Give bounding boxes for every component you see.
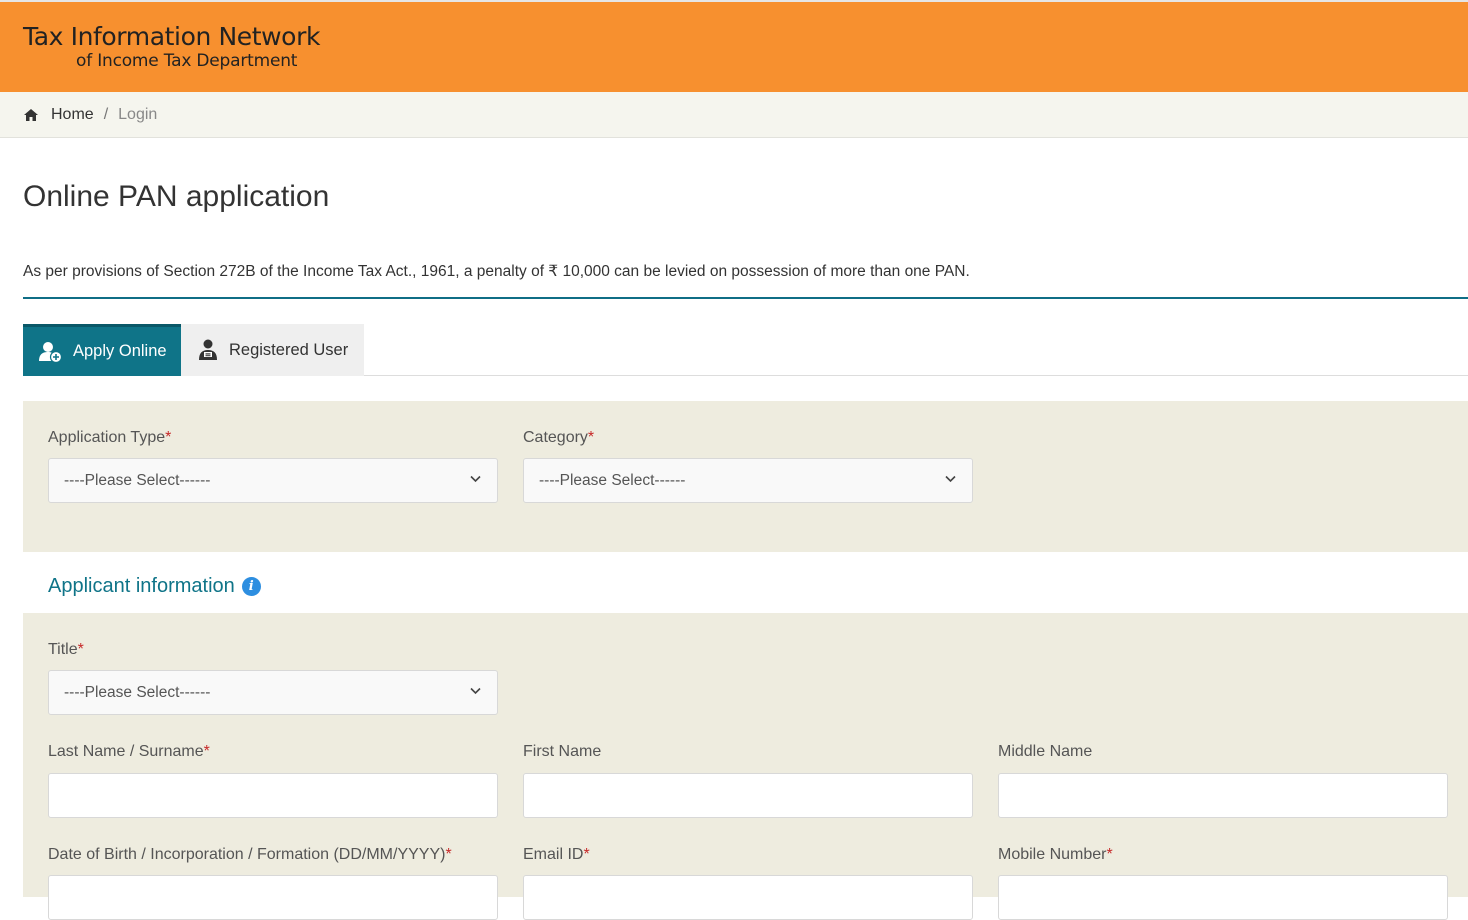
chevron-down-icon — [470, 687, 481, 695]
dob-label: Date of Birth / Incorporation / Formatio… — [48, 846, 452, 863]
tab-registered-user[interactable]: Registered User — [181, 324, 364, 376]
application-type-label: Application Type* — [48, 429, 172, 446]
user-plus-icon — [39, 341, 63, 363]
breadcrumb-separator: / — [103, 105, 109, 123]
applicant-information-panel: Title* ----Please Select------ Last Name… — [23, 613, 1468, 920]
tab-registered-user-label: Registered User — [229, 340, 349, 359]
breadcrumb: Home / Login — [0, 92, 1468, 138]
site-header: Tax Information Network of Income Tax De… — [0, 2, 1468, 92]
mobile-label: Mobile Number* — [998, 846, 1113, 863]
mobile-input[interactable] — [998, 875, 1448, 920]
breadcrumb-current: Login — [118, 105, 158, 123]
tab-apply-online[interactable]: Apply Online — [23, 324, 181, 376]
page-title: Online PAN application — [23, 180, 330, 213]
last-name-input[interactable] — [48, 773, 498, 818]
email-label: Email ID* — [523, 846, 590, 863]
brand-subtitle[interactable]: of Income Tax Department — [76, 51, 297, 71]
middle-name-input[interactable] — [998, 773, 1448, 818]
chevron-down-icon — [945, 475, 956, 483]
first-name-label: First Name — [523, 743, 602, 760]
chevron-down-icon — [470, 475, 481, 483]
required-marker: * — [445, 846, 452, 863]
title-value: ----Please Select------ — [64, 683, 211, 701]
notice-divider — [23, 297, 1468, 299]
application-type-panel: Application Type* ----Please Select-----… — [23, 401, 1468, 552]
application-type-value: ----Please Select------ — [64, 471, 211, 489]
penalty-notice: As per provisions of Section 272B of the… — [23, 263, 970, 280]
home-icon[interactable] — [23, 108, 39, 122]
middle-name-label: Middle Name — [998, 743, 1093, 760]
breadcrumb-home-link[interactable]: Home — [51, 106, 94, 124]
category-label: Category* — [523, 429, 595, 446]
required-marker: * — [77, 641, 84, 658]
category-value: ----Please Select------ — [539, 471, 686, 489]
required-marker: * — [203, 743, 210, 760]
required-marker: * — [1106, 846, 1113, 863]
registered-user-icon — [199, 339, 217, 360]
applicant-information-heading: Applicant information i — [48, 575, 261, 598]
last-name-label: Last Name / Surname* — [48, 743, 210, 760]
required-marker: * — [583, 846, 590, 863]
required-marker: * — [165, 429, 172, 446]
application-type-select[interactable]: ----Please Select------ — [48, 458, 498, 503]
dob-input[interactable] — [48, 875, 498, 920]
brand-title[interactable]: Tax Information Network — [23, 22, 320, 51]
category-select[interactable]: ----Please Select------ — [523, 458, 973, 503]
title-label: Title* — [48, 641, 84, 658]
email-input[interactable] — [523, 875, 973, 920]
title-select[interactable]: ----Please Select------ — [48, 670, 498, 715]
first-name-input[interactable] — [523, 773, 973, 818]
info-icon[interactable]: i — [241, 577, 261, 596]
required-marker: * — [587, 429, 595, 446]
tab-apply-online-label: Apply Online — [73, 342, 167, 360]
